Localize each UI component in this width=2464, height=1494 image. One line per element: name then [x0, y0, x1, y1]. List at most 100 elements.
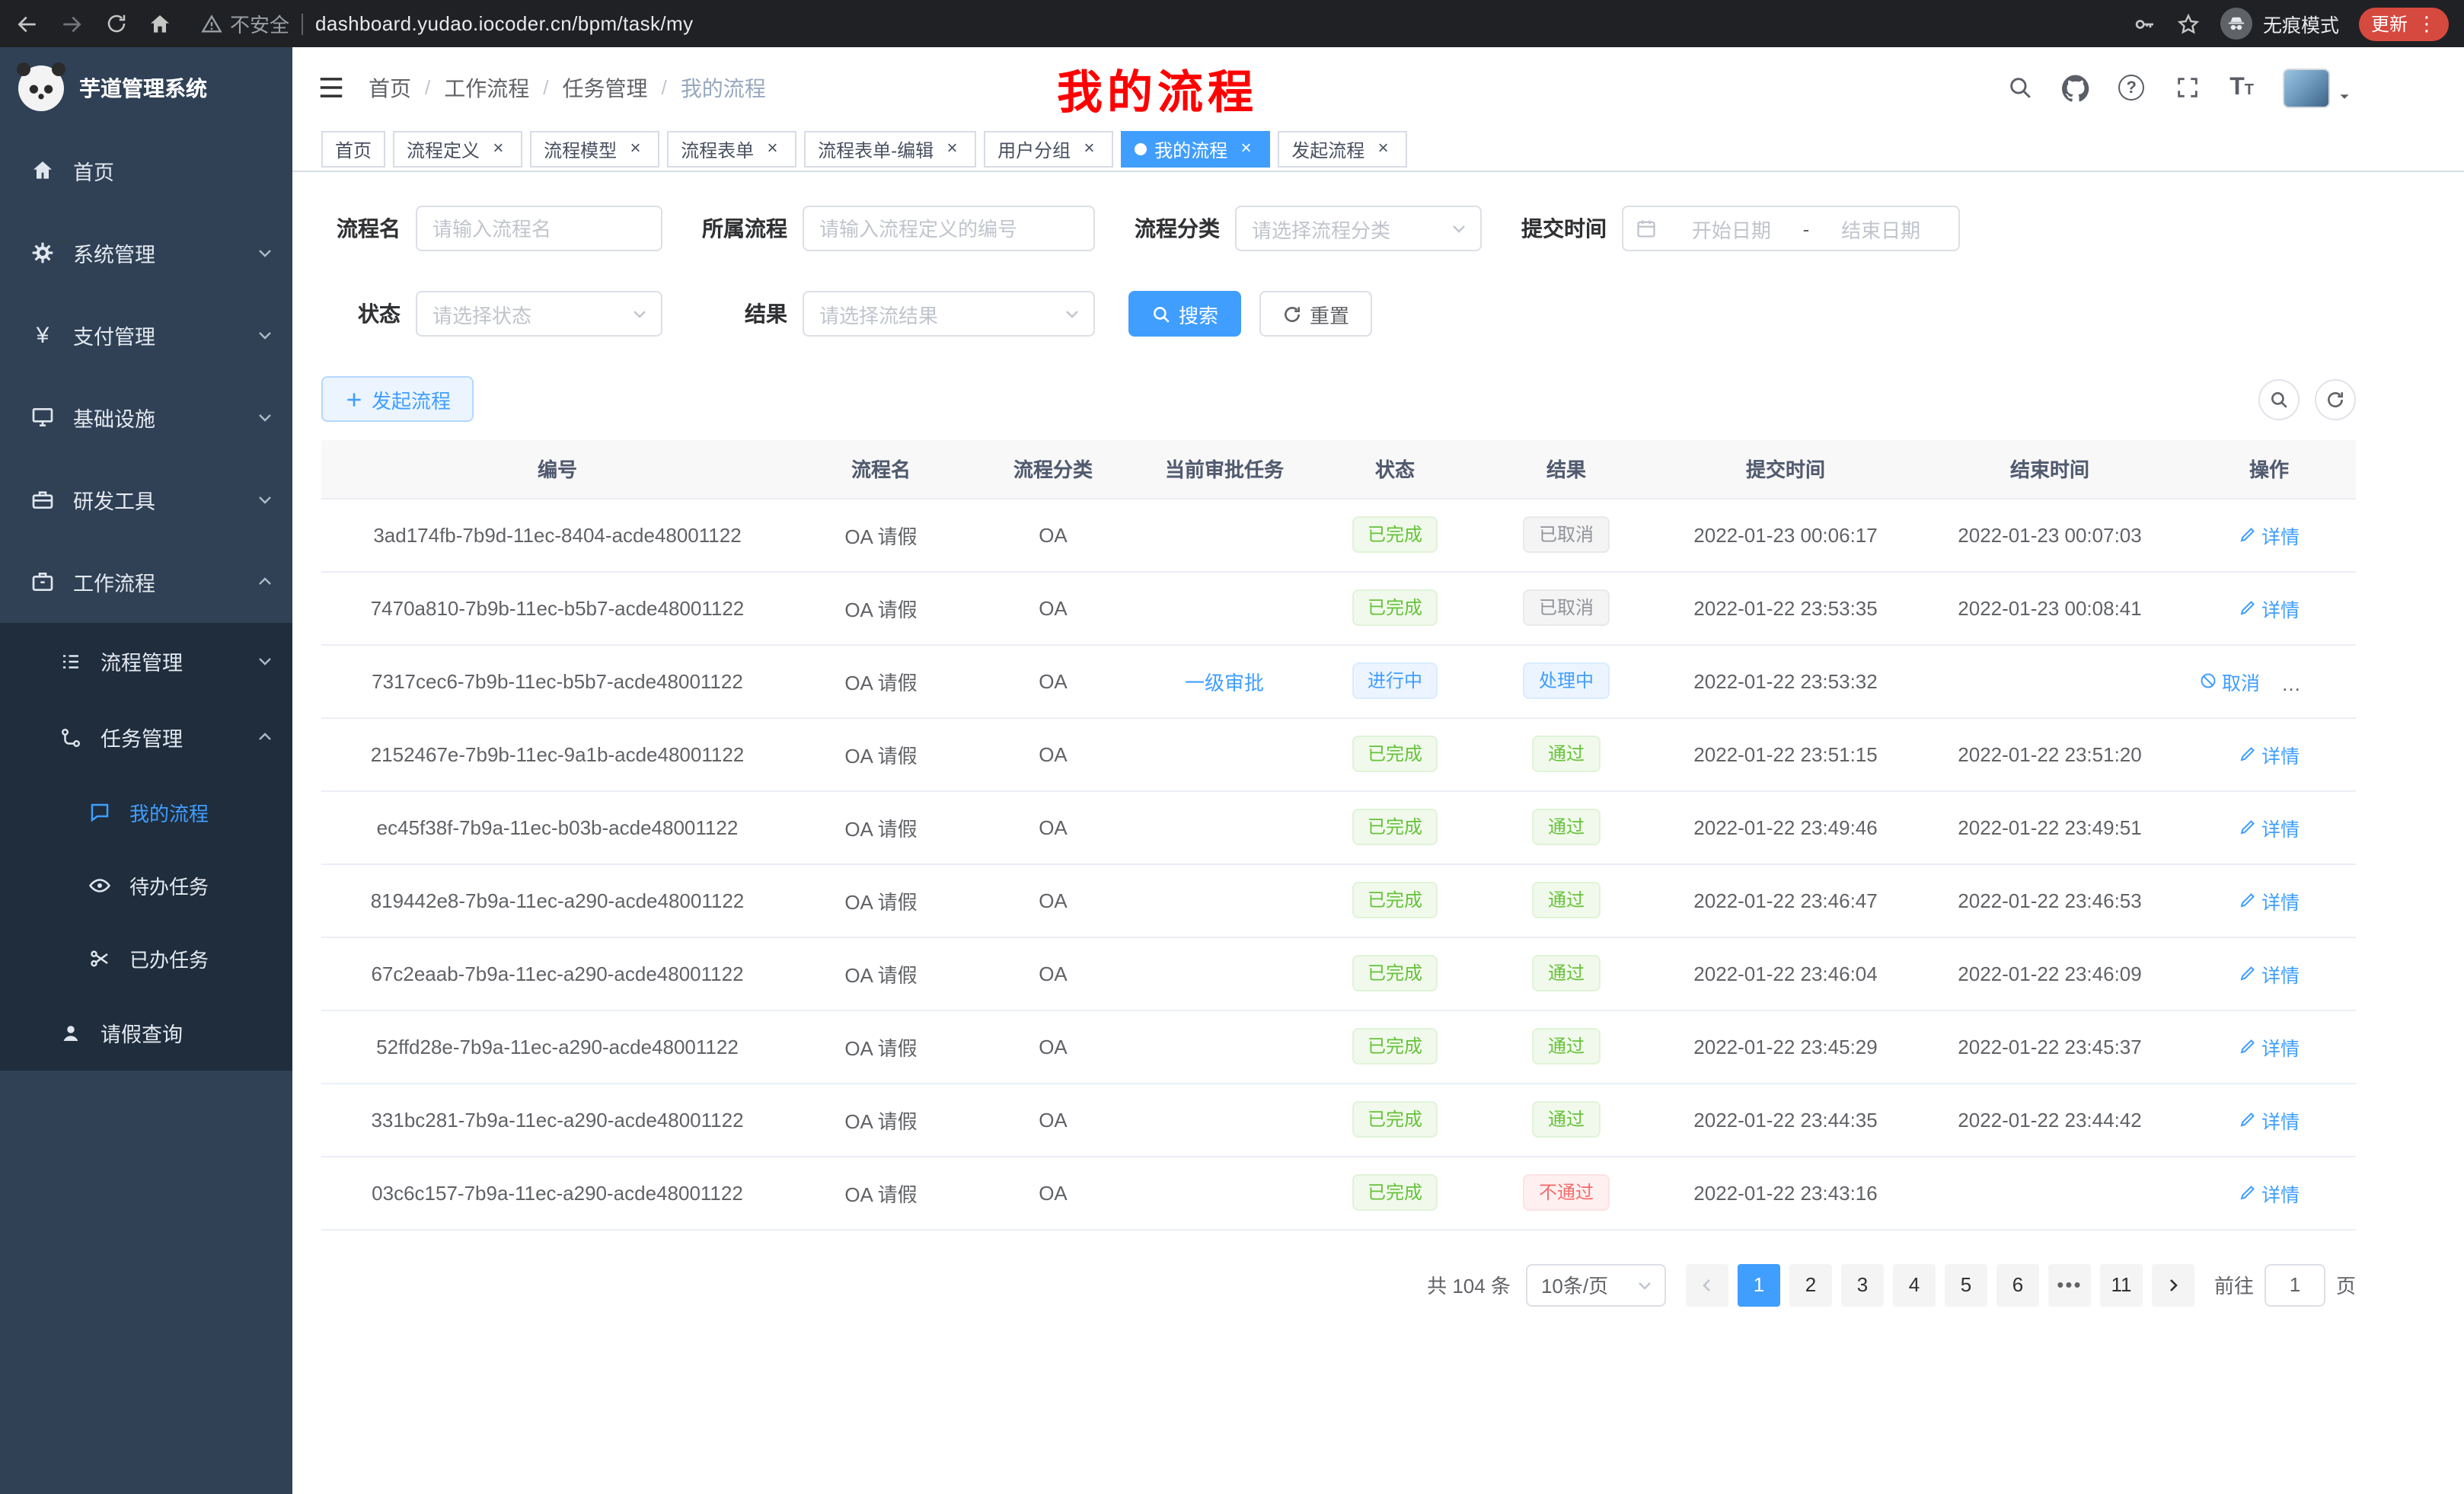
- tab-close-icon[interactable]: ×: [941, 139, 962, 160]
- tab-close-icon[interactable]: ×: [1372, 139, 1393, 160]
- tab-我的流程[interactable]: 我的流程×: [1121, 131, 1270, 168]
- breadcrumb-task-mgmt[interactable]: 任务管理: [563, 72, 648, 103]
- cell-actions: 详情: [2182, 1010, 2356, 1083]
- reload-icon[interactable]: [104, 11, 128, 36]
- browser-update-button[interactable]: 更新 ⋮: [2359, 7, 2449, 40]
- sidebar-item-home[interactable]: 首页: [0, 129, 292, 212]
- total-count: 共 104 条: [1427, 1270, 1511, 1299]
- current-task-link[interactable]: 一级审批: [1185, 666, 1264, 695]
- table-header: 编号流程名流程分类当前审批任务状态结果提交时间结束时间操作: [321, 440, 2356, 498]
- reset-button-label: 重置: [1310, 299, 1349, 328]
- page-button-5[interactable]: 5: [1945, 1263, 1987, 1306]
- back-icon[interactable]: [15, 11, 40, 36]
- detail-link[interactable]: 详情: [2239, 520, 2300, 549]
- tab-close-icon[interactable]: ×: [1235, 139, 1256, 160]
- search-icon: [1151, 304, 1171, 324]
- reset-button[interactable]: 重置: [1259, 291, 1372, 337]
- address-bar[interactable]: 不安全 dashboard.yudao.iocoder.cn/bpm/task/…: [201, 9, 2112, 38]
- tab-流程表单-编辑[interactable]: 流程表单-编辑×: [804, 131, 976, 168]
- detail-link[interactable]: 详情: [2239, 739, 2300, 768]
- sidebar-item-system[interactable]: 系统管理: [0, 212, 292, 294]
- github-icon[interactable]: [2062, 74, 2089, 101]
- user-menu[interactable]: [2283, 68, 2353, 107]
- sidebar-item-process-mgmt[interactable]: 流程管理: [0, 623, 292, 699]
- home-browser-icon[interactable]: [148, 11, 172, 36]
- toggle-search-button[interactable]: [2258, 378, 2300, 420]
- sidebar-item-infra[interactable]: 基础设施: [0, 376, 292, 458]
- tab-用户分组[interactable]: 用户分组×: [984, 131, 1113, 168]
- site-security-warning[interactable]: 不安全: [201, 9, 289, 38]
- url-text[interactable]: dashboard.yudao.iocoder.cn/bpm/task/my: [315, 12, 694, 35]
- help-icon[interactable]: ?: [2118, 75, 2144, 101]
- password-key-icon[interactable]: [2132, 11, 2156, 36]
- sidebar-item-devtools[interactable]: 研发工具: [0, 458, 292, 541]
- browser-menu-icon[interactable]: ⋮: [2417, 14, 2437, 34]
- start-date-placeholder[interactable]: 开始日期: [1666, 214, 1797, 243]
- tab-close-icon[interactable]: ×: [624, 139, 646, 160]
- tab-流程模型[interactable]: 流程模型×: [530, 131, 659, 168]
- tab-close-icon[interactable]: ×: [1078, 139, 1100, 160]
- tab-首页[interactable]: 首页: [321, 131, 385, 168]
- tab-label: 流程定义: [407, 136, 480, 162]
- page-button-3[interactable]: 3: [1841, 1263, 1884, 1306]
- font-size-icon[interactable]: TT: [2229, 75, 2254, 100]
- cell-category: OA: [969, 571, 1138, 644]
- detail-link[interactable]: 详情: [2239, 886, 2300, 915]
- sidebar-item-my-process[interactable]: 我的流程: [0, 775, 292, 848]
- search-button[interactable]: 搜索: [1128, 291, 1241, 337]
- sidebar-item-leave-query[interactable]: 请假查询: [0, 994, 292, 1071]
- status-select[interactable]: 请选择状态: [416, 291, 662, 337]
- sidebar-item-todo-tasks[interactable]: 待办任务: [0, 848, 292, 921]
- pager-more-button[interactable]: •••: [2048, 1263, 2091, 1306]
- detail-link[interactable]: 详情: [2239, 1105, 2300, 1134]
- result-select[interactable]: 请选择流结果: [803, 291, 1095, 337]
- goto-page-input[interactable]: [2265, 1263, 2325, 1306]
- prev-page-button[interactable]: [1686, 1263, 1728, 1306]
- tab-发起流程[interactable]: 发起流程×: [1278, 131, 1407, 168]
- end-date-placeholder[interactable]: 结束日期: [1815, 214, 1946, 243]
- detail-link[interactable]: 详情: [2239, 812, 2300, 841]
- page-button-4[interactable]: 4: [1893, 1263, 1936, 1306]
- status-badge: 已完成: [1352, 809, 1438, 845]
- date-range-picker[interactable]: 开始日期 - 结束日期: [1622, 206, 1960, 251]
- sidebar-item-payment[interactable]: ¥ 支付管理: [0, 294, 292, 376]
- result-badge: 不通过: [1524, 1174, 1609, 1211]
- app-logo[interactable]: 芋道管理系统: [0, 47, 292, 129]
- cancel-link[interactable]: 取消: [2199, 666, 2260, 695]
- tab-close-icon[interactable]: ×: [761, 139, 783, 160]
- page-size-select[interactable]: 10条/页: [1526, 1263, 1666, 1306]
- create-process-button[interactable]: 发起流程: [321, 376, 474, 422]
- hamburger-icon[interactable]: [317, 73, 346, 102]
- process-name-input[interactable]: [416, 206, 662, 251]
- cell-result: 通过: [1479, 717, 1654, 790]
- sidebar-item-task-mgmt[interactable]: 任务管理: [0, 699, 292, 775]
- tab-close-icon[interactable]: ×: [487, 139, 509, 160]
- forward-icon[interactable]: [59, 11, 84, 36]
- sidebar-item-done-tasks[interactable]: 已办任务: [0, 921, 292, 994]
- bookmark-star-icon[interactable]: [2176, 11, 2201, 36]
- page-button-11[interactable]: 11: [2100, 1263, 2143, 1306]
- active-tab-dot: [1135, 143, 1147, 155]
- tab-流程表单[interactable]: 流程表单×: [667, 131, 796, 168]
- chevron-right-icon: [2164, 1275, 2182, 1294]
- sidebar-item-workflow[interactable]: 工作流程: [0, 541, 292, 623]
- search-icon[interactable]: [2006, 74, 2033, 101]
- process-def-input[interactable]: [803, 206, 1095, 251]
- avatar[interactable]: [2283, 68, 2330, 107]
- breadcrumb-workflow[interactable]: 工作流程: [444, 72, 529, 103]
- page-button-1[interactable]: 1: [1738, 1263, 1780, 1306]
- goto-label: 前往: [2214, 1270, 2254, 1299]
- detail-link[interactable]: 详情: [2239, 593, 2300, 622]
- detail-link[interactable]: 详情: [2239, 959, 2300, 988]
- detail-link[interactable]: 详情: [2239, 1178, 2300, 1207]
- fullscreen-icon[interactable]: [2173, 74, 2201, 101]
- tab-流程定义[interactable]: 流程定义 ×: [393, 131, 522, 168]
- next-page-button[interactable]: [2152, 1263, 2194, 1306]
- process-def-label: 所属流程: [696, 213, 787, 244]
- category-select[interactable]: 请选择流程分类: [1235, 206, 1482, 251]
- page-button-2[interactable]: 2: [1789, 1263, 1832, 1306]
- page-button-6[interactable]: 6: [1996, 1263, 2039, 1306]
- detail-link[interactable]: 详情: [2239, 1032, 2300, 1061]
- breadcrumb-home[interactable]: 首页: [369, 72, 411, 103]
- refresh-table-button[interactable]: [2315, 378, 2356, 420]
